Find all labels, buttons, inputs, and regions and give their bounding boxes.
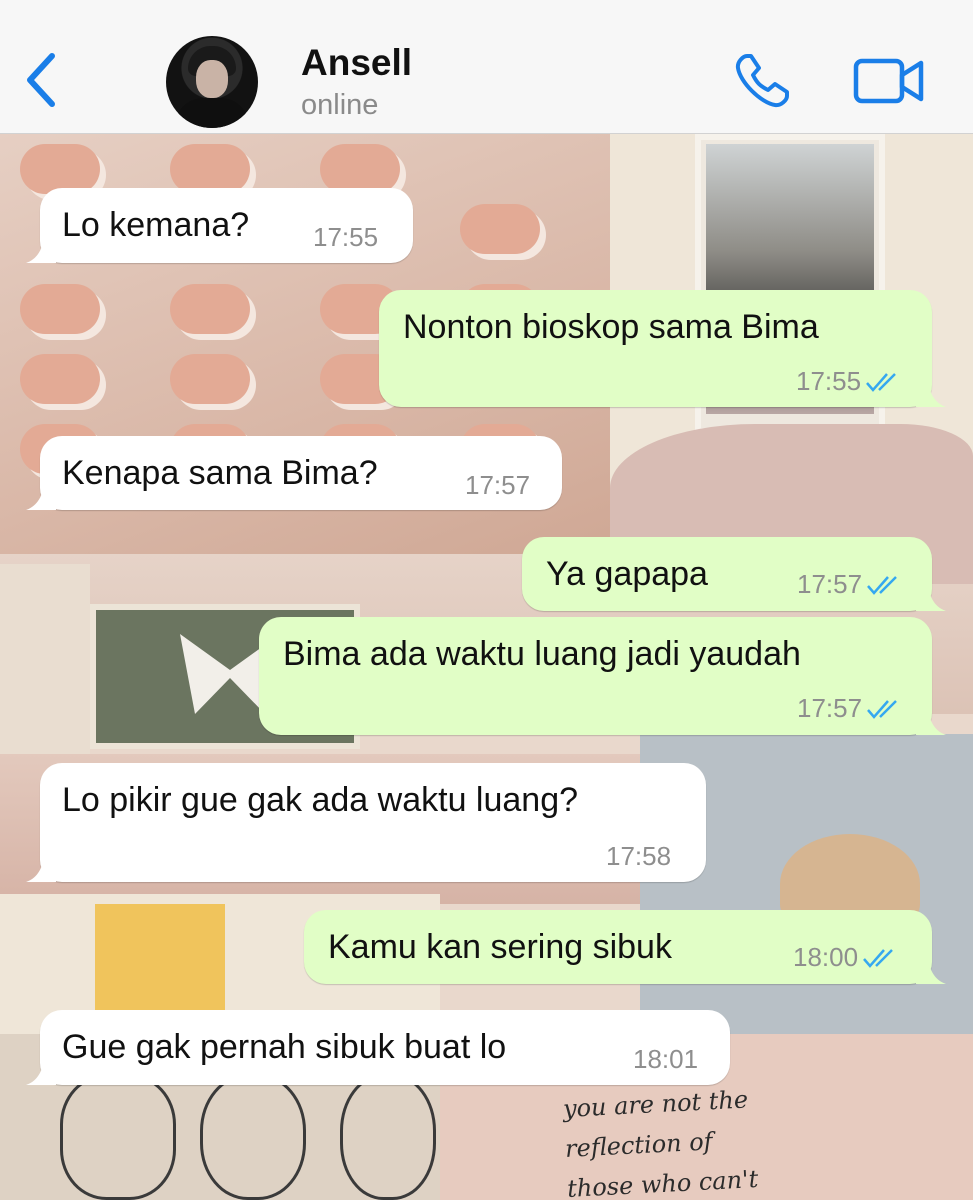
- double-check-icon: [866, 372, 896, 392]
- message-time: 17:58: [606, 841, 672, 871]
- message-text: Lo kemana?: [62, 206, 250, 244]
- face-sketch: [60, 1074, 176, 1200]
- message-incoming[interactable]: Gue gak pernah sibuk buat lo 18:01: [26, 1010, 730, 1085]
- phone-icon: [735, 54, 789, 108]
- message-text: Gue gak pernah sibuk buat lo: [62, 1028, 507, 1066]
- message-outgoing[interactable]: Kamu kan sering sibuk 18:00: [304, 910, 946, 984]
- message-time: 18:00: [793, 942, 900, 973]
- message-incoming[interactable]: Kenapa sama Bima? 17:57: [26, 436, 562, 510]
- wallpaper-handwriting: you are not the reflection of those who …: [562, 1085, 759, 1200]
- message-outgoing[interactable]: Bima ada waktu luang jadi yaudah 17:57: [259, 617, 946, 735]
- message-time: 17:55: [796, 366, 903, 397]
- message-time: 18:01: [633, 1044, 699, 1074]
- message-time: 17:55: [313, 222, 379, 252]
- video-camera-icon: [853, 58, 924, 104]
- contact-status: online: [301, 89, 379, 121]
- double-check-icon: [867, 699, 897, 719]
- back-button[interactable]: [22, 50, 62, 110]
- voice-call-button[interactable]: [733, 52, 791, 110]
- message-time: 17:57: [797, 693, 904, 724]
- face-sketch: [200, 1074, 306, 1200]
- message-text: Kenapa sama Bima?: [62, 454, 378, 492]
- face-sketch: [340, 1074, 436, 1200]
- video-call-button[interactable]: [853, 56, 925, 106]
- double-check-icon: [863, 948, 893, 968]
- contact-avatar[interactable]: [166, 36, 258, 128]
- chat-header: Ansell online: [0, 0, 973, 134]
- message-outgoing[interactable]: Nonton bioskop sama Bima 17:55: [379, 290, 946, 407]
- message-incoming[interactable]: Lo kemana? 17:55: [26, 188, 413, 263]
- chevron-left-icon: [27, 53, 55, 107]
- message-text: Nonton bioskop sama Bima: [403, 308, 819, 346]
- message-text: Ya gapapa: [546, 555, 708, 593]
- double-check-icon: [867, 575, 897, 595]
- message-time: 17:57: [465, 470, 531, 500]
- message-outgoing[interactable]: Ya gapapa 17:57: [522, 537, 946, 611]
- contact-name[interactable]: Ansell: [301, 42, 412, 84]
- message-time: 17:57: [797, 569, 904, 600]
- message-incoming[interactable]: Lo pikir gue gak ada waktu luang? 17:58: [26, 763, 706, 882]
- message-text: Kamu kan sering sibuk: [328, 928, 672, 966]
- message-text: Lo pikir gue gak ada waktu luang?: [62, 781, 579, 819]
- message-text: Bima ada waktu luang jadi yaudah: [283, 635, 801, 673]
